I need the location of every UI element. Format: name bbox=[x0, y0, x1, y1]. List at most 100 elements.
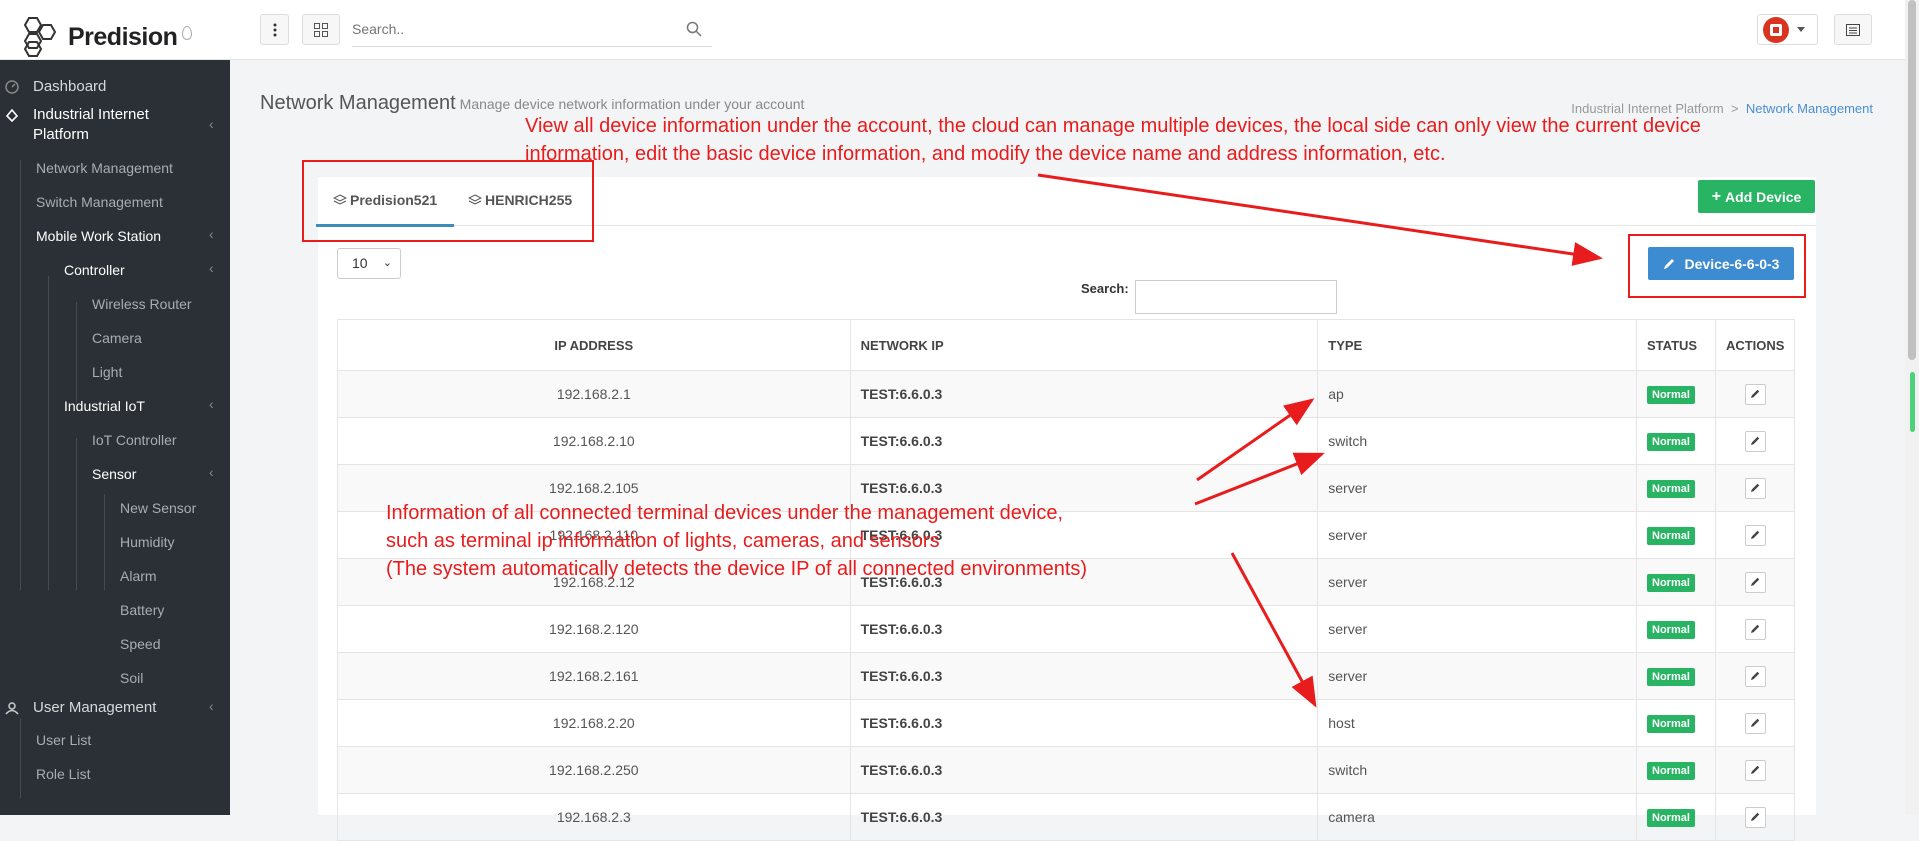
table-row: 192.168.2.250 TEST:6.6.0.3 switch Normal bbox=[337, 746, 1796, 794]
sidebar-item-dashboard[interactable]: Dashboard bbox=[33, 78, 106, 95]
sidebar-item-camera[interactable]: Camera bbox=[92, 330, 142, 346]
side-indicator bbox=[1910, 372, 1915, 432]
cell-type: switch bbox=[1317, 746, 1637, 794]
table-search-input[interactable] bbox=[1135, 280, 1337, 314]
top-bar: Predision bbox=[0, 0, 1905, 60]
annotation-top-line1: View all device information under the ac… bbox=[525, 115, 1701, 137]
edit-row-button[interactable] bbox=[1744, 665, 1766, 687]
cell-status: Normal bbox=[1636, 558, 1716, 606]
annotation-mid-line3: (The system automatically detects the de… bbox=[386, 558, 1088, 580]
theme-drop-icon[interactable] bbox=[182, 26, 192, 40]
column-header-ip[interactable]: IP ADDRESS bbox=[337, 319, 851, 371]
page-length-select[interactable]: 10 ⌄ bbox=[337, 248, 401, 279]
sidebar-item-alarm[interactable]: Alarm bbox=[120, 568, 157, 584]
sidebar-item-industrial-internet[interactable]: Industrial Internet bbox=[33, 106, 149, 123]
table-header-row: IP ADDRESS NETWORK IP TYPE STATUS ACTION… bbox=[337, 319, 1796, 371]
sidebar-item-wireless-router[interactable]: Wireless Router bbox=[92, 296, 192, 312]
edit-row-button[interactable] bbox=[1744, 618, 1766, 640]
chevron-left-icon: ‹ bbox=[209, 396, 214, 412]
pencil-icon bbox=[1751, 624, 1760, 633]
chevron-left-icon: ‹ bbox=[209, 464, 214, 480]
sidebar-item-iot-controller[interactable]: IoT Controller bbox=[92, 432, 177, 448]
cell-network-ip: TEST:6.6.0.3 bbox=[849, 699, 1319, 747]
cell-status: Normal bbox=[1636, 605, 1716, 653]
user-avatar-icon bbox=[1763, 16, 1789, 43]
sidebar-item-industrial-iot[interactable]: Industrial IoT bbox=[64, 398, 145, 414]
edit-row-button[interactable] bbox=[1744, 712, 1766, 734]
edit-row-button[interactable] bbox=[1744, 430, 1766, 452]
cell-actions bbox=[1714, 793, 1796, 841]
cell-ip: 192.168.2.20 bbox=[337, 699, 851, 747]
pencil-icon bbox=[1751, 436, 1760, 445]
breadcrumb-current: Network Management bbox=[1745, 101, 1873, 116]
sidebar-item-speed[interactable]: Speed bbox=[120, 636, 160, 652]
edit-row-button[interactable] bbox=[1744, 759, 1766, 781]
page-title: Network Management bbox=[260, 92, 456, 114]
sidebar-item-user-management[interactable]: User Management bbox=[33, 699, 156, 716]
chevron-left-icon: ‹ bbox=[209, 226, 214, 242]
annotation-box-device bbox=[1628, 234, 1806, 298]
menu-toggle-button[interactable] bbox=[260, 14, 289, 45]
sidebar: Dashboard Industrial Internet Platform ‹… bbox=[0, 60, 230, 815]
table-row: 192.168.2.120 TEST:6.6.0.3 server Normal bbox=[337, 605, 1796, 653]
settings-panel-button[interactable] bbox=[1834, 14, 1872, 45]
sidebar-item-mobile-work-station[interactable]: Mobile Work Station bbox=[36, 228, 161, 244]
sidebar-item-network-management[interactable]: Network Management bbox=[36, 160, 173, 176]
cell-actions bbox=[1714, 746, 1796, 794]
apps-grid-button[interactable] bbox=[302, 14, 340, 45]
search-input[interactable] bbox=[352, 14, 672, 44]
sidebar-item-industrial-internet-line2[interactable]: Platform bbox=[33, 126, 89, 143]
column-header-status[interactable]: STATUS bbox=[1636, 319, 1716, 371]
status-badge: Normal bbox=[1647, 432, 1695, 451]
sidebar-item-new-sensor[interactable]: New Sensor bbox=[120, 500, 196, 516]
industrial-icon bbox=[5, 108, 19, 122]
hexagon-logo-icon bbox=[23, 17, 57, 57]
pencil-icon bbox=[1751, 718, 1760, 727]
column-header-network-ip[interactable]: NETWORK IP bbox=[849, 319, 1319, 371]
sidebar-item-soil[interactable]: Soil bbox=[120, 670, 143, 686]
user-menu[interactable] bbox=[1757, 14, 1818, 45]
search-icon[interactable] bbox=[686, 21, 702, 37]
cell-network-ip: TEST:6.6.0.3 bbox=[849, 605, 1319, 653]
edit-row-button[interactable] bbox=[1744, 383, 1766, 405]
cell-status: Normal bbox=[1636, 699, 1716, 747]
column-header-actions[interactable]: ACTIONS bbox=[1714, 319, 1796, 371]
pencil-icon bbox=[1751, 812, 1760, 821]
status-badge: Normal bbox=[1647, 479, 1695, 498]
cell-actions bbox=[1714, 605, 1796, 653]
cell-network-ip: TEST:6.6.0.3 bbox=[849, 417, 1319, 465]
cell-ip: 192.168.2.120 bbox=[337, 605, 851, 653]
scrollbar-thumb[interactable] bbox=[1908, 0, 1916, 360]
annotation-box-tabs bbox=[302, 160, 594, 242]
table-row: 192.168.2.161 TEST:6.6.0.3 server Normal bbox=[337, 652, 1796, 700]
add-device-button[interactable]: + Add Device bbox=[1698, 180, 1815, 213]
settings-panel-icon bbox=[1846, 23, 1860, 36]
cell-type: server bbox=[1317, 652, 1637, 700]
sidebar-item-user-list[interactable]: User List bbox=[36, 732, 91, 748]
sidebar-item-battery[interactable]: Battery bbox=[120, 602, 164, 618]
sidebar-item-humidity[interactable]: Humidity bbox=[120, 534, 174, 550]
table-row: 192.168.2.1 TEST:6.6.0.3 ap Normal bbox=[337, 370, 1796, 418]
brand-logo[interactable]: Predision bbox=[18, 16, 178, 58]
chevron-down-icon: ⌄ bbox=[382, 257, 392, 269]
sidebar-item-sensor[interactable]: Sensor bbox=[92, 466, 136, 482]
cell-network-ip: TEST:6.6.0.3 bbox=[849, 793, 1319, 841]
column-header-type[interactable]: TYPE bbox=[1317, 319, 1637, 371]
cell-status: Normal bbox=[1636, 464, 1716, 512]
edit-row-button[interactable] bbox=[1744, 571, 1766, 593]
edit-row-button[interactable] bbox=[1744, 806, 1766, 828]
status-badge: Normal bbox=[1647, 573, 1695, 592]
sidebar-item-light[interactable]: Light bbox=[92, 364, 122, 380]
breadcrumb-separator: > bbox=[1731, 101, 1739, 116]
pencil-icon bbox=[1751, 577, 1760, 586]
sidebar-item-controller[interactable]: Controller bbox=[64, 262, 125, 278]
edit-row-button[interactable] bbox=[1744, 477, 1766, 499]
edit-row-button[interactable] bbox=[1744, 524, 1766, 546]
cell-actions bbox=[1714, 417, 1796, 465]
sidebar-item-switch-management[interactable]: Switch Management bbox=[36, 194, 163, 210]
sidebar-item-role-list[interactable]: Role List bbox=[36, 766, 90, 782]
status-badge: Normal bbox=[1647, 385, 1695, 404]
cell-network-ip: TEST:6.6.0.3 bbox=[849, 746, 1319, 794]
cell-type: server bbox=[1317, 464, 1637, 512]
pencil-icon bbox=[1751, 483, 1760, 492]
